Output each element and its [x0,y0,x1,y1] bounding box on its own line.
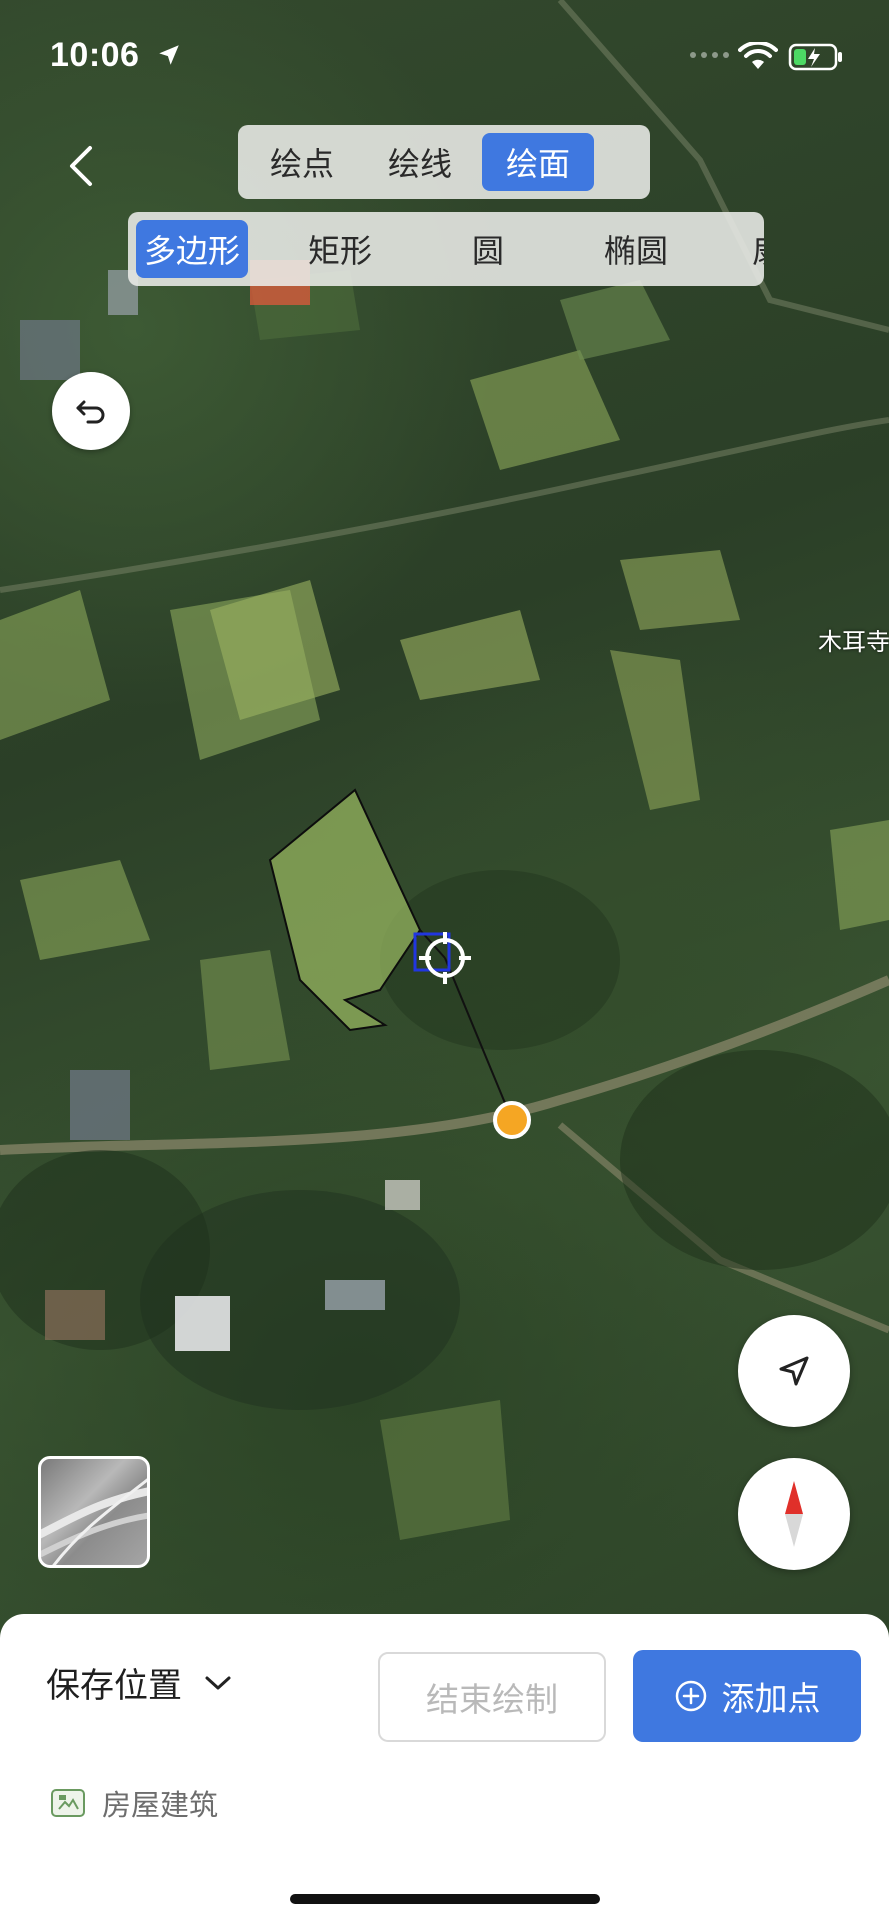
signal-dots-icon [690,52,729,58]
point-marker [493,1101,531,1139]
add-point-button[interactable]: 添加点 [633,1650,861,1742]
compass-button[interactable] [738,1458,850,1570]
category-tag: 房屋建筑 [50,1782,218,1824]
tab-ellipse[interactable]: 椭圆 [580,220,692,278]
back-icon [70,146,92,186]
category-label: 房屋建筑 [102,1788,219,1822]
home-indicator [290,1894,600,1904]
tab-draw-point[interactable]: 绘点 [246,133,358,191]
battery-charging-icon [788,43,842,71]
tab-sector[interactable]: 扇形 [728,220,764,278]
save-location-label: 保存位置 [46,1666,182,1706]
draw-mode-tabs: 绘点 绘线 绘面 [238,125,650,199]
undo-button[interactable] [52,372,130,450]
shape-type-tabs: 多边形 矩形 圆 椭圆 扇形 [128,212,764,286]
add-point-label: 添加点 [721,1679,821,1718]
status-bar: 10:06 [0,0,889,110]
location-arrow-icon [159,45,179,65]
tab-draw-area[interactable]: 绘面 [482,133,594,191]
back-button[interactable] [60,140,104,192]
undo-icon [76,400,105,424]
tab-circle[interactable]: 圆 [432,220,544,278]
locate-arrow-icon [779,1356,809,1386]
bottom-panel: 保存位置 结束绘制 添加点 房屋建筑 [0,1614,889,1920]
category-icon [51,1789,85,1817]
map-place-label: 木耳寺 [818,628,889,656]
map-layer-toggle[interactable] [38,1456,150,1568]
wifi-icon [738,42,778,69]
status-time: 10:06 [50,36,140,74]
save-location-dropdown[interactable]: 保存位置 [46,1658,232,1707]
end-drawing-button[interactable]: 结束绘制 [378,1652,606,1742]
map-layer-thumbnail [41,1478,147,1565]
tab-draw-line[interactable]: 绘线 [364,133,476,191]
tab-rectangle[interactable]: 矩形 [284,220,396,278]
plus-circle-icon [675,1680,706,1712]
locate-button[interactable] [738,1315,850,1427]
tab-polygon[interactable]: 多边形 [136,220,248,278]
chevron-down-icon [205,1676,231,1689]
compass-icon [785,1481,803,1547]
